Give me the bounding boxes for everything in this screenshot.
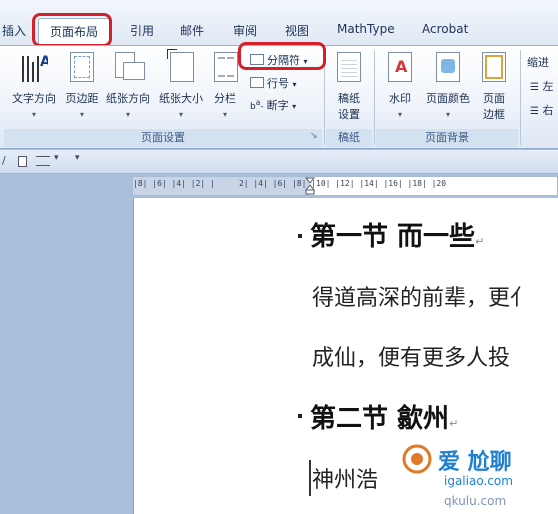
qat-break-icon[interactable] [36,156,50,166]
heading-bullet [298,414,302,418]
indent-left-icon: ☰ [530,82,539,93]
watermark-url-2: qkulu.com [444,494,507,508]
hyphenation-caret: ▾ [292,102,297,111]
tab-review[interactable]: 审阅 [233,22,257,39]
margins-label: 页边距 [65,92,99,105]
columns-icon [214,52,238,82]
svg-text:A: A [40,54,48,70]
tab-view[interactable]: 视图 [285,22,309,39]
tab-mailings[interactable]: 邮件 [180,22,204,39]
hyphenation-icon: ba- [250,98,264,112]
watermark-label: 水印 [389,92,411,105]
watermark-url-1: igaliao.com [444,474,513,488]
horizontal-ruler[interactable]: |8| |6| |4| |2| | 2| |4| |6| |8| |10| |1… [132,176,558,196]
columns-caret: ▾ [222,110,227,119]
heading-bullet [298,234,302,238]
quick-access-toolbar: / ▾ ▾ [0,150,558,174]
page-borders-label-2: 边框 [483,108,505,121]
qat-pencil-icon[interactable]: / [2,154,6,167]
indent-right-label: 右 [542,104,554,117]
tab-mathtype[interactable]: MathType [337,22,395,36]
ruler-numbers: |8| |6| |4| |2| | 2| |4| |6| |8| |10| |1… [133,179,447,188]
body-paragraph-1[interactable]: 得道高深的前辈，更亻 [312,280,532,312]
highlight-breaks-button [238,42,326,70]
watermark-icon: A [388,52,412,82]
indent-marker-icon[interactable] [305,177,315,195]
highlight-page-layout-tab [32,13,112,47]
qat-new-page-icon[interactable] [18,156,27,167]
watermark-logo-icon [402,444,432,474]
page-color-caret: ▾ [445,110,450,119]
group-separator [520,50,521,145]
watermark-caret: ▾ [397,110,402,119]
heading-2-text: 第二节 歙州 [310,404,450,434]
orientation-label: 纸张方向 [106,92,150,105]
columns-label: 分栏 [214,92,236,105]
page-setup-dialog-launcher-icon[interactable]: ↘ [310,131,318,141]
text-cursor [309,460,311,496]
page-size-caret: ▾ [178,110,183,119]
page-background-group-label: 页面背景 [376,129,518,147]
indent-right-icon: ☰ [530,106,539,117]
heading-1-text: 第一节 而一些 [310,222,476,252]
page-color-label: 页面颜色 [426,92,470,105]
page-borders-label-1: 页面 [483,92,505,105]
line-numbers-button[interactable]: 行号 ▾ [250,75,297,91]
indent-right[interactable]: ☰ 右 [530,102,553,118]
indent-left-label: 左 [542,80,554,93]
page-size-icon [167,49,194,82]
site-watermark: 爱 尬聊 igaliao.com qkulu.com [400,438,558,514]
body-paragraph-2[interactable]: 成仙，便有更多人投 [312,340,510,372]
hyphenation-label: 断字 [266,99,289,112]
orientation-icon-landscape [123,62,145,80]
line-numbers-label: 行号 [267,77,289,90]
heading-1[interactable]: 第一节 而一些↵ [310,216,484,253]
paragraph-mark-icon: ↵ [475,235,485,248]
paragraph-mark-icon: ↵ [449,417,459,430]
manuscript-label-2: 设置 [338,108,360,121]
paper-group-label: 稿纸 [326,129,372,147]
group-separator [374,50,375,145]
page-borders-icon [482,52,506,82]
heading-2[interactable]: 第二节 歙州↵ [310,398,458,435]
qat-dropdown-icon[interactable]: ▾ [54,153,59,163]
manuscript-label-1: 稿纸 [338,92,360,105]
tab-insert[interactable]: 插入 [2,22,26,39]
indent-left[interactable]: ☰ 左 [530,78,553,94]
line-numbers-caret: ▾ [292,80,297,89]
watermark-title: 爱 尬聊 [438,450,512,475]
page-color-icon [436,52,460,82]
text-direction-label: 文字方向 [12,92,56,105]
body-paragraph-3[interactable]: 神州浩 [312,462,378,494]
page-setup-group-label: 页面设置 [4,129,322,147]
orientation-caret: ▾ [125,110,130,119]
text-direction-icon: A [22,54,48,82]
tab-acrobat[interactable]: Acrobat [422,22,468,36]
text-direction-caret: ▾ [31,110,36,119]
indent-label: 缩进 [527,56,549,69]
margins-caret: ▾ [79,110,84,119]
manuscript-icon [337,52,361,82]
margins-icon [70,52,94,82]
qat-customize-icon[interactable]: ▾ [75,153,80,163]
tab-references[interactable]: 引用 [130,22,154,39]
line-numbers-icon [250,77,264,88]
hyphenation-button[interactable]: ba- 断字 ▾ [250,97,296,113]
page-size-label: 纸张大小 [159,92,203,105]
